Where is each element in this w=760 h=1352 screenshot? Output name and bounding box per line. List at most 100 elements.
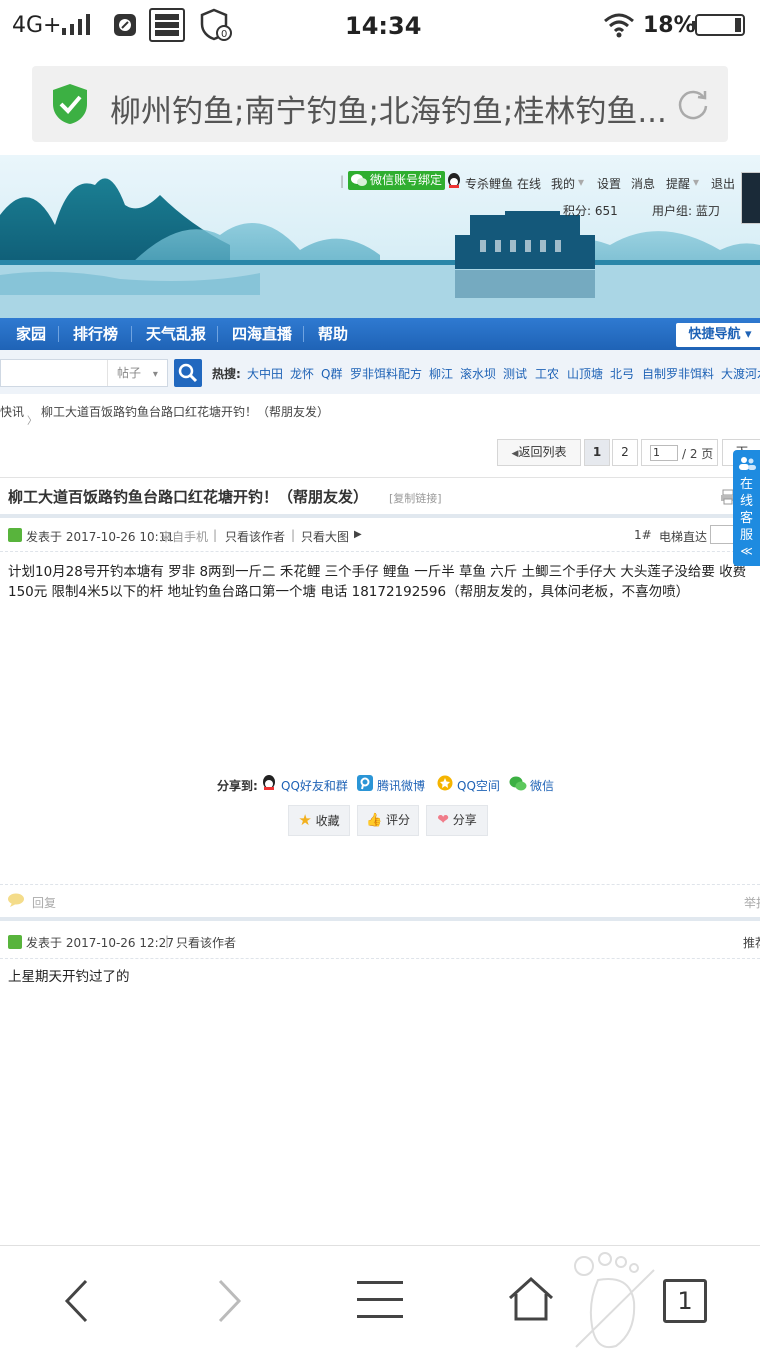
share-label: 分享 [452,813,477,827]
online-status[interactable]: 在线 [517,175,541,192]
share-wechat[interactable]: 微信 [530,777,554,794]
wechat-bind-button[interactable]: 微信账号绑定 [348,171,446,190]
nav-home[interactable]: 家园 [16,318,46,350]
play-arrow-icon: ▶ [354,529,362,540]
hot-search-item[interactable]: 大中田 [247,365,283,382]
username-link[interactable]: 专杀鲤鱼 [465,175,513,192]
nav-weather[interactable]: 天气乱报 [146,318,206,350]
home-icon[interactable] [507,1276,555,1322]
hot-search-item[interactable]: 柳江 [429,365,453,382]
tencent-weibo-icon [357,775,373,791]
search-bar: 帖子 ▾ 热搜: 大中田 龙怀 Q群 罗非饵料配方 柳江 滚水坝 测试 工农 山… [0,350,760,394]
footprint-watermark-icon [574,1252,655,1348]
breadcrumb-parent[interactable]: 快讯 [0,403,24,420]
hot-search-item[interactable]: 北弓 [610,365,634,382]
messages-link[interactable]: 消息 [631,175,655,192]
post-source: 来自手机 [160,530,209,544]
search-button[interactable] [174,359,202,387]
forward-icon[interactable] [214,1278,244,1324]
share-qzone[interactable]: QQ空间 [457,777,500,794]
quick-nav-button[interactable]: 快捷导航 ▾ [676,323,760,347]
heart-icon: ❤ [437,812,449,828]
hot-search-item[interactable]: 龙怀 [290,365,314,382]
secure-shield-icon [53,84,87,124]
post-content: 上星期天开钓过了的 [8,969,130,985]
nav-help[interactable]: 帮助 [318,318,348,350]
storage-icon [149,8,185,42]
hot-search-item[interactable]: 自制罗非饵料 [642,365,714,382]
nav-live[interactable]: 四海直播 [232,318,292,350]
hot-search-item[interactable]: 滚水坝 [460,365,496,382]
points-link[interactable]: 积分: 651 [563,202,618,219]
tabs-button[interactable]: 1 [663,1279,707,1323]
main-nav: 家园 排行榜 天气乱报 四海直播 帮助 快捷导航 ▾ [0,318,760,350]
share-qq-friends[interactable]: QQ好友和群 [281,777,348,794]
hot-search-item[interactable]: Q群 [321,365,342,382]
page-2-button[interactable]: 2 [612,439,638,466]
address-bar[interactable]: 柳州钓鱼;南宁钓鱼;北海钓鱼;桂林钓鱼... [32,66,728,142]
report-button[interactable]: 举报 [744,894,760,911]
refresh-icon[interactable] [676,88,710,122]
only-big-image-link[interactable]: 只看大图 [301,528,349,545]
quick-nav-label: 快捷导航 [688,327,741,342]
page-number-input[interactable]: 1 [650,445,678,461]
qzone-icon [437,775,453,791]
wechat-bind-label: 微信账号绑定 [370,173,443,187]
clock: 14:34 [345,12,422,40]
online-user-icon [8,935,22,949]
post-time: 发表于 2017-10-26 12:27 [26,936,174,950]
online-user-icon [8,528,22,542]
logout-link[interactable]: 退出 [711,175,735,192]
wechat-icon [509,776,527,791]
breadcrumb-separator-icon: 〉 [27,416,37,427]
settings-link[interactable]: 设置 [597,175,621,192]
alerts-link[interactable]: 提醒 [666,175,690,192]
share-button[interactable]: ❤ 分享 [426,805,488,836]
app-notification-icon [114,14,136,36]
collapse-icon: ≪ [740,544,753,558]
chevron-down-icon: ▾ [578,175,585,189]
hot-search-item[interactable]: 山顶塘 [567,365,603,382]
user-group-link[interactable]: 用户组: 蓝刀 [652,202,720,219]
status-bar: 4G+ 0 14:34 18% [0,0,760,52]
hot-search-item[interactable]: 大渡河水 [721,365,760,382]
wifi-icon [604,13,634,38]
search-type-select[interactable]: 帖子 ▾ [107,360,166,386]
post-time: 发表于 2017-10-26 10:11 [26,530,174,544]
nav-ranking[interactable]: 排行榜 [73,318,118,350]
share-label: 分享到: [217,779,258,793]
hot-search-item[interactable]: 测试 [503,365,527,382]
qq-icon [448,173,460,188]
security-shield-icon: 0 [200,8,232,41]
network-type: 4G+ [12,13,62,38]
reply-button[interactable]: 回复 [32,894,56,911]
only-author-link[interactable]: 只看该作者 [176,934,236,951]
chevron-down-icon: ▾ [152,369,158,380]
menu-icon[interactable] [357,1279,405,1321]
search-type-label: 帖子 [117,366,142,380]
back-icon[interactable] [62,1278,92,1324]
rate-button[interactable]: 👍 评分 [357,805,419,836]
share-tencent-weibo[interactable]: 腾讯微博 [377,777,425,794]
my-menu[interactable]: 我的 [551,175,575,192]
online-service-label: 在线客服 [739,477,753,543]
elevator-label: 电梯直达 [659,530,708,544]
page-1-button[interactable]: 1 [584,439,610,466]
people-icon [738,457,756,470]
hot-search-item[interactable]: 工农 [535,365,559,382]
online-service-button[interactable]: 在线客服 ≪ [733,450,760,566]
star-icon: ★ [298,811,312,829]
breadcrumb: 快讯 〉 柳工大道百饭路钓鱼台路口红花塘开钓！（帮朋友发） [0,400,760,430]
recommend-button[interactable]: 推荐 [743,934,760,951]
browser-toolbar: 1 [0,1245,760,1352]
copy-link-button[interactable]: [复制链接] [389,490,442,506]
avatar[interactable] [741,172,760,224]
hot-search-item[interactable]: 罗非饵料配方 [350,365,422,382]
favorite-button[interactable]: ★ 收藏 [288,805,350,836]
only-author-link[interactable]: 只看该作者 [225,528,285,545]
total-pages: / 2 页 [682,447,714,461]
back-to-list-button[interactable]: ◀返回列表 [497,439,581,466]
search-icon [178,363,198,383]
forum-banner: | 微信账号绑定 专杀鲤鱼 在线 我的 ▾ 设置 消息 提醒 ▾ 退出 积分: … [0,155,760,320]
back-to-list-label: 返回列表 [518,445,567,459]
